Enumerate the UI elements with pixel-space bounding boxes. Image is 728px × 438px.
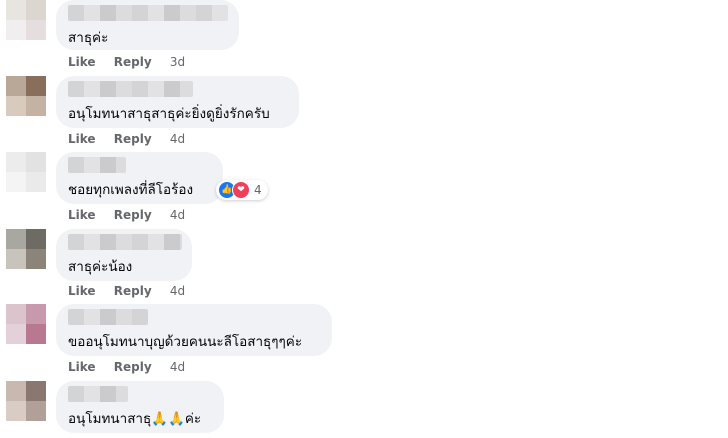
reply-button[interactable]: Reply: [114, 55, 152, 69]
reaction-summary[interactable]: 👍 ❤ 4: [216, 180, 268, 200]
author-name-redacted[interactable]: [68, 157, 126, 173]
timestamp[interactable]: 4d: [170, 208, 185, 222]
comment-bubble: ขออนุโมทนาบุญด้วยคนนะลีโอสาธุๆๆค่ะ: [56, 304, 332, 356]
comment-text: ชอยทุกเพลงที่ลีโอร้อง: [68, 182, 194, 198]
timestamp[interactable]: 3d: [170, 55, 185, 69]
comment-bubble: ชอยทุกเพลงที่ลีโอร้อง: [56, 152, 223, 204]
reply-button[interactable]: Reply: [114, 132, 152, 146]
comment-bubble: อนุโมทนาสาธุ🙏🙏ค่ะ: [56, 381, 224, 433]
like-button[interactable]: Like: [68, 55, 96, 69]
avatar[interactable]: [6, 76, 46, 116]
comment-text-before: อนุโมทนาสาธุ: [68, 411, 152, 427]
timestamp[interactable]: 4d: [170, 360, 185, 374]
avatar[interactable]: [6, 229, 46, 269]
comment-actions: Like Reply 4d: [68, 284, 199, 298]
reaction-count: 4: [254, 183, 262, 197]
love-icon: ❤: [232, 181, 250, 199]
reply-button[interactable]: Reply: [114, 360, 152, 374]
reply-button[interactable]: Reply: [114, 208, 152, 222]
comment-actions: Like Reply 4d: [68, 208, 199, 222]
like-button[interactable]: Like: [68, 132, 96, 146]
avatar[interactable]: [6, 304, 46, 344]
comment-bubble: อนุโมทนาสาธุสาธุค่ะยิ่งดูยิ่งรักครับ: [56, 76, 299, 128]
author-name-redacted[interactable]: [68, 309, 148, 325]
like-button[interactable]: Like: [68, 284, 96, 298]
comment-text: ขออนุโมทนาบุญด้วยคนนะลีโอสาธุๆๆค่ะ: [68, 334, 303, 350]
author-name-redacted[interactable]: [68, 386, 128, 402]
timestamp[interactable]: 4d: [170, 284, 185, 298]
praying-hands-icon: 🙏🙏: [151, 411, 185, 427]
comment-text: อนุโมทนาสาธุ🙏🙏ค่ะ: [68, 407, 201, 429]
comment-text-after: ค่ะ: [184, 411, 202, 427]
reply-button[interactable]: Reply: [114, 284, 152, 298]
comment-bubble: สาธุค่ะ: [56, 0, 239, 50]
author-name-redacted[interactable]: [68, 234, 182, 250]
author-name-redacted[interactable]: [68, 5, 228, 21]
comment-actions: Like Reply 4d: [68, 132, 199, 146]
comment-text: อนุโมทนาสาธุสาธุค่ะยิ่งดูยิ่งรักครับ: [68, 106, 270, 122]
avatar[interactable]: [6, 152, 46, 192]
comment-text: สาธุค่ะน้อง: [68, 259, 133, 275]
comment-thread: สาธุค่ะ Like Reply 3d อนุโมทนาสาธุสาธุค่…: [0, 0, 728, 438]
like-button[interactable]: Like: [68, 360, 96, 374]
author-name-redacted[interactable]: [68, 81, 193, 97]
avatar[interactable]: [6, 0, 46, 40]
comment-actions: Like Reply 3d: [68, 55, 199, 69]
avatar[interactable]: [6, 381, 46, 421]
comment-text: สาธุค่ะ: [68, 30, 109, 46]
comment-actions: Like Reply 4d: [68, 360, 199, 374]
timestamp[interactable]: 4d: [170, 132, 185, 146]
comment-bubble: สาธุค่ะน้อง: [56, 229, 192, 281]
like-button[interactable]: Like: [68, 208, 96, 222]
